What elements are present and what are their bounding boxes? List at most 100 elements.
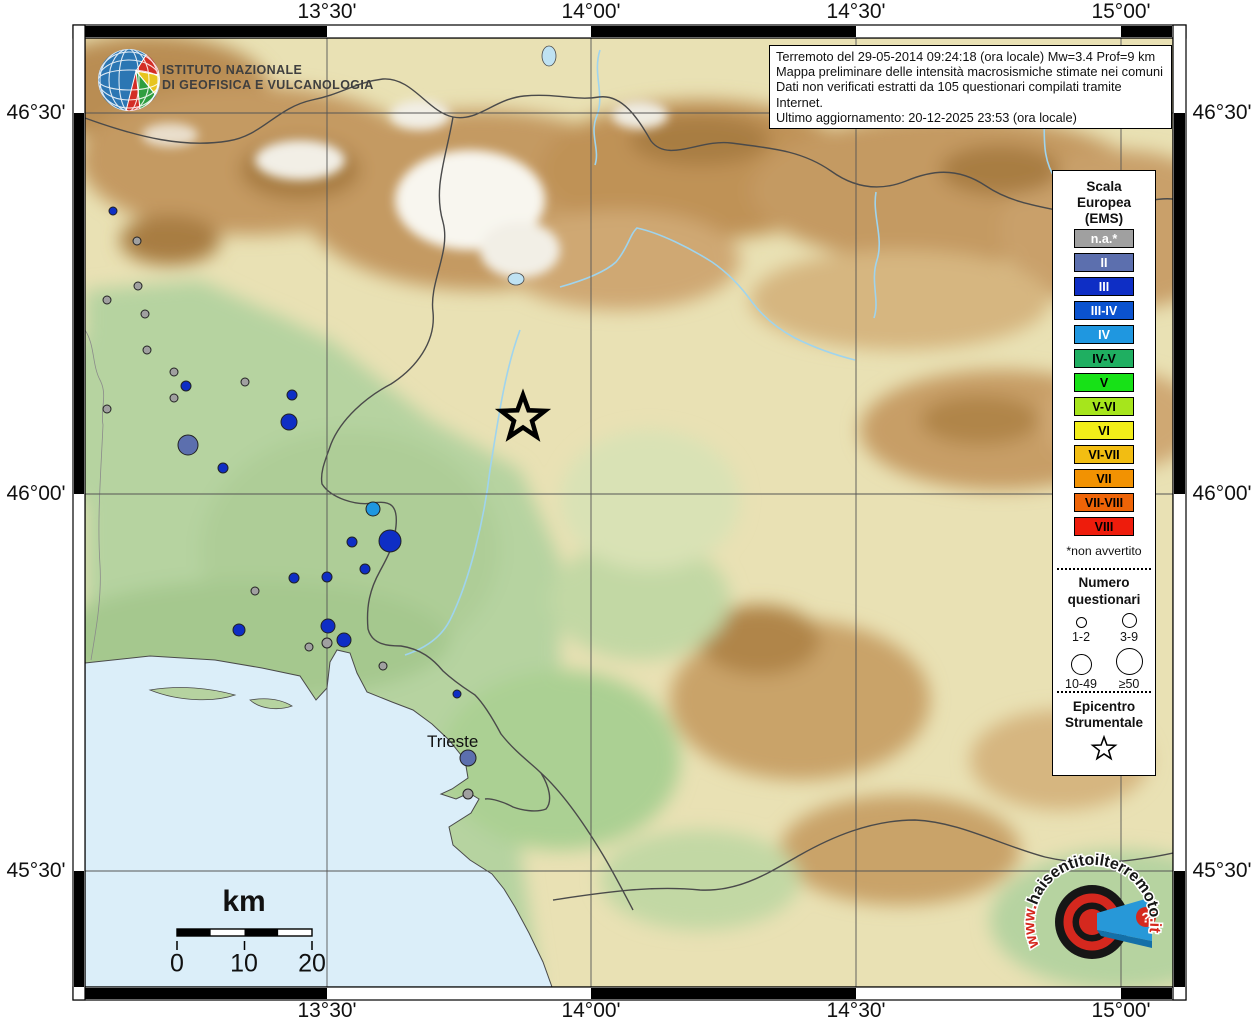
intensity-dot	[321, 571, 333, 583]
questionnaire-bins: 1-2 3-9 10-49 ≥50	[1057, 613, 1153, 691]
bin-label: ≥50	[1118, 677, 1140, 691]
intensity-dot	[280, 413, 298, 431]
bin-circle-icon	[1075, 617, 1087, 628]
legend-swatch-VII-VIII: VII-VIII	[1074, 493, 1134, 512]
legend-swatch-VI-VII: VI-VII	[1074, 445, 1134, 464]
intensity-dot	[180, 380, 192, 392]
bin-circle-icon	[1070, 654, 1092, 675]
epicenter-star-icon	[1091, 736, 1117, 760]
axis-top-14-00: 14°00'	[561, 0, 621, 23]
intensity-dot	[321, 637, 333, 649]
bin-label: 10-49	[1065, 677, 1097, 691]
intensity-dot	[320, 618, 336, 634]
scalebar-0: 0	[170, 949, 184, 978]
questionnaire-title-line2: questionari	[1067, 592, 1141, 607]
legend-swatch-III-IV: III-IV	[1074, 301, 1134, 320]
legend-swatch-III: III	[1074, 277, 1134, 296]
axis-bottom-14-00: 14°00'	[561, 999, 621, 1022]
bin-circle-icon	[1115, 648, 1143, 675]
intensity-dot	[250, 586, 260, 596]
axis-bottom-15-00: 15°00'	[1091, 999, 1151, 1022]
legend-separator	[1057, 568, 1151, 570]
axis-right-46-00: 46°00'	[1192, 482, 1252, 505]
intensity-dot	[177, 434, 199, 456]
axis-left-46-00: 46°00'	[6, 482, 66, 505]
intensity-dot	[378, 661, 388, 671]
scalebar-10: 10	[230, 949, 258, 978]
epicenter-legend: Epicentro Strumentale	[1053, 699, 1155, 768]
ingv-brand-line1: ISTITUTO NAZIONALE	[162, 63, 303, 77]
intensity-dot	[346, 536, 358, 548]
intensity-dot	[169, 367, 179, 377]
intensity-dot	[365, 501, 381, 517]
legend-swatch-VII: VII	[1074, 469, 1134, 488]
event-info-line1: Terremoto del 29-05-2014 09:24:18 (ora l…	[776, 49, 1156, 64]
intensity-dot	[217, 462, 229, 474]
ems-scale-swatches: n.a.* II III III-IV IV IV-V V V-VI VI VI-VII VII VI…	[1053, 229, 1155, 541]
intensity-dot	[140, 309, 150, 319]
legend-swatch-IV-V: IV-V	[1074, 349, 1134, 368]
intensity-dot	[108, 206, 118, 216]
axis-bottom-14-30: 14°30'	[826, 999, 886, 1022]
intensity-dot	[102, 295, 112, 305]
legend-title-line2: Europea	[1076, 195, 1131, 210]
event-info-box: Terremoto del 29-05-2014 09:24:18 (ora l…	[769, 45, 1172, 130]
bin-label: 1-2	[1071, 630, 1091, 644]
axis-left-46-30: 46°30'	[6, 101, 66, 124]
intensity-dot	[452, 689, 462, 699]
intensity-dot	[132, 236, 142, 246]
epicenter-title-line1: Epicentro	[1072, 699, 1136, 714]
questionnaire-bin-10-49: 10-49	[1057, 648, 1105, 691]
city-label-trieste: Trieste	[427, 732, 479, 751]
axis-bottom-13-30: 13°30'	[297, 999, 357, 1022]
ingv-globe-icon	[98, 49, 160, 111]
event-info-line2: Mappa preliminare delle intensità macros…	[776, 64, 1163, 80]
intensity-dot	[304, 642, 314, 652]
legend-swatch-V: V	[1074, 373, 1134, 392]
ingv-brand-line2: DI GEOFISICA E VULCANOLOGIA	[162, 78, 374, 92]
legend-swatch-IV: IV	[1074, 325, 1134, 344]
axis-right-45-30: 45°30'	[1192, 859, 1252, 882]
intensity-dot	[102, 404, 112, 414]
intensity-dot	[133, 281, 143, 291]
legend-separator	[1057, 691, 1151, 693]
macroseismic-map-page: ? www.haisentitoilterremoto .it 13°30' 14…	[0, 0, 1255, 1024]
axis-right-46-30: 46°30'	[1192, 101, 1252, 124]
intensity-dot	[232, 623, 246, 637]
legend-swatch-VIII: VIII	[1074, 517, 1134, 536]
ingv-brand-text: ISTITUTO NAZIONALE DI GEOFISICA E VULCAN…	[162, 63, 374, 93]
scalebar-20: 20	[298, 949, 326, 978]
intensity-dot	[286, 389, 298, 401]
intensity-dot	[169, 393, 179, 403]
intensity-dot	[378, 529, 402, 553]
intensity-dot	[359, 563, 371, 575]
legend-footnote: *non avvertito	[1066, 544, 1142, 558]
intensity-dot	[462, 788, 474, 800]
intensity-dot	[240, 377, 250, 387]
watermark-suffix: .it	[1146, 917, 1164, 934]
questionnaire-title-line1: Numero	[1078, 575, 1130, 590]
intensity-dot	[142, 345, 152, 355]
questionnaire-bin-≥50: ≥50	[1105, 648, 1153, 691]
bin-circle-icon	[1121, 613, 1137, 628]
intensity-dot	[336, 632, 352, 648]
axis-top-15-00: 15°00'	[1091, 0, 1151, 23]
bin-label: 3-9	[1119, 630, 1139, 644]
intensity-dot	[288, 572, 300, 584]
legend-swatch-n.a.*: n.a.*	[1074, 229, 1134, 248]
event-info-line4: Ultimo aggiornamento: 20-12-2025 23:53 (…	[776, 109, 1077, 125]
legend-title-line3: (EMS)	[1084, 211, 1124, 226]
questionnaire-bin-3-9: 3-9	[1105, 613, 1153, 644]
legend-swatch-V-VI: V-VI	[1074, 397, 1134, 416]
legend-swatch-II: II	[1074, 253, 1134, 272]
axis-top-14-30: 14°30'	[826, 0, 886, 23]
epicenter-title-line2: Strumentale	[1064, 715, 1144, 730]
legend-swatch-VI: VI	[1074, 421, 1134, 440]
intensity-dot	[459, 749, 477, 767]
scalebar-unit: km	[222, 885, 266, 918]
legend-panel: Scala Europea (EMS) n.a.* II III III-IV IV IV…	[1052, 170, 1156, 776]
axis-top-13-30: 13°30'	[297, 0, 357, 23]
questionnaire-bin-1-2: 1-2	[1057, 613, 1105, 644]
event-info-line3: Dati non verificati estratti da 105 ques…	[776, 79, 1122, 110]
axis-left-45-30: 45°30'	[6, 859, 66, 882]
